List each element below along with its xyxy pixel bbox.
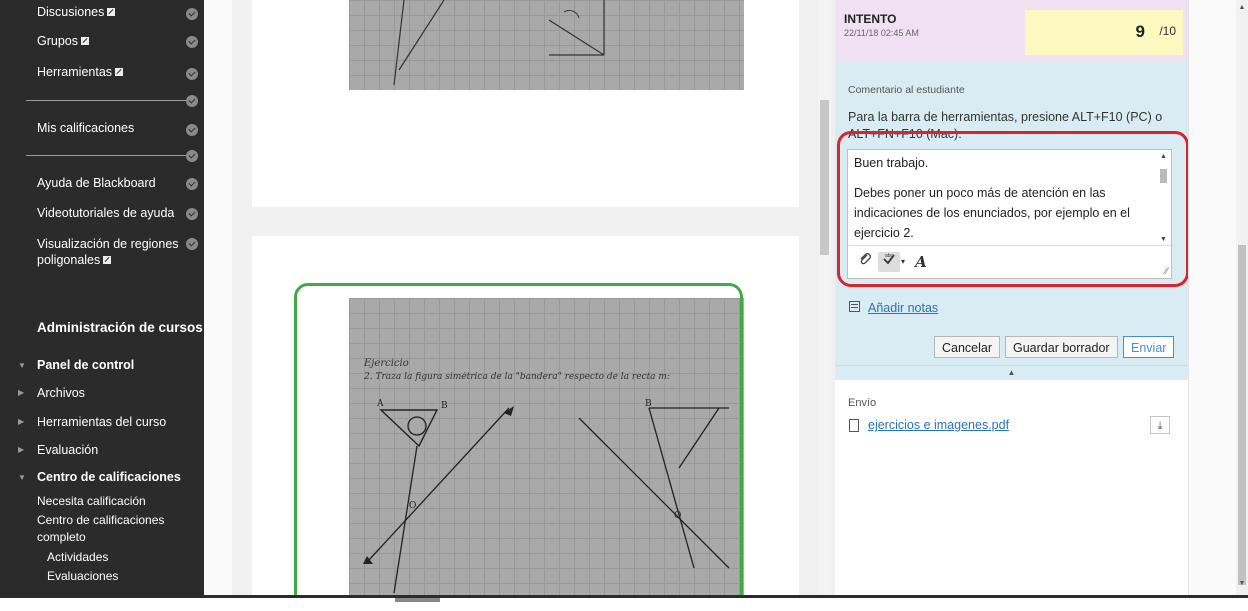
cancel-button[interactable]: Cancelar [934, 336, 1001, 358]
sidebar-divider [26, 155, 192, 156]
nav-label: Evaluación [37, 443, 99, 457]
grading-panel: INTENTO 22/11/18 02:45 AM 9 /10 Comentar… [835, 0, 1188, 595]
file-icon [849, 419, 859, 432]
sidebar-divider [26, 100, 192, 101]
sidebar-item-label: Mis calificaciones [37, 121, 135, 135]
attempt-label: INTENTO [844, 12, 897, 26]
chevron-circle-icon[interactable] [186, 68, 198, 80]
score-value[interactable]: 9 [1136, 22, 1145, 42]
scroll-down-icon[interactable]: ▼ [1236, 580, 1248, 587]
page-scrollbar[interactable]: ▲ ▼ [1236, 0, 1248, 595]
page-scroll-thumb[interactable] [1238, 245, 1246, 585]
chevron-circle-icon[interactable] [186, 95, 198, 107]
nav-actividades[interactable]: Actividades [47, 550, 108, 564]
nav-label: Archivos [37, 386, 85, 400]
save-draft-button[interactable]: Guardar borrador [1005, 336, 1118, 358]
highlight-box-green [294, 283, 743, 607]
sidebar-item-label: Grupos [37, 34, 78, 48]
submit-button[interactable]: Enviar [1123, 336, 1175, 358]
attempt-header: INTENTO 22/11/18 02:45 AM 9 /10 [835, 0, 1188, 62]
sidebar-item-label: Ayuda de Blackboard [37, 176, 156, 190]
sidebar-item-label: poligonales [37, 253, 101, 267]
external-link-icon [115, 68, 124, 76]
sidebar-item-visualizacion[interactable]: Visualización de regiones poligonales [37, 236, 179, 268]
viewer-scroll-thumb[interactable] [820, 100, 829, 255]
nav-label: Panel de control [37, 358, 135, 372]
sidebar-item-label: Visualización de regiones [37, 237, 179, 251]
download-icon[interactable]: ⤓ [1150, 416, 1170, 434]
chevron-circle-icon[interactable] [186, 124, 198, 136]
highlight-box-red [837, 131, 1189, 287]
external-link-icon [81, 37, 89, 45]
score-max: /10 [1159, 24, 1176, 38]
attempt-date: 22/11/18 02:45 AM [844, 28, 919, 38]
collapse-toggle[interactable]: ▲ [835, 365, 1188, 380]
sidebar-item-grupos[interactable]: Grupos [37, 34, 89, 48]
course-sidebar: Discusiones Grupos Herramientas Mis cali… [0, 0, 204, 595]
caret-down-icon: ▼ [18, 473, 26, 482]
sidebar-item-ayuda-blackboard[interactable]: Ayuda de Blackboard [37, 176, 156, 190]
document-page [252, 0, 799, 207]
sidebar-item-label: Herramientas [37, 65, 113, 79]
horizontal-scroll-thumb[interactable] [395, 598, 440, 602]
submission-label: Envío [848, 397, 877, 409]
sidebar-item-mis-calificaciones[interactable]: Mis calificaciones [37, 121, 134, 135]
nav-centro-completo[interactable]: Centro de calificaciones [37, 513, 164, 527]
horizontal-scrollbar[interactable] [0, 595, 1248, 611]
nav-evaluaciones[interactable]: Evaluaciones [47, 569, 118, 583]
nav-label: Herramientas del curso [37, 415, 167, 429]
sidebar-item-videotutoriales[interactable]: Videotutoriales de ayuda [37, 206, 174, 220]
chevron-circle-icon[interactable] [186, 36, 198, 48]
sidebar-item-herramientas[interactable]: Herramientas [37, 65, 124, 79]
submission-file-link[interactable]: ejercicios e imagenes.pdf [868, 418, 1009, 432]
external-link-icon [107, 8, 116, 16]
feedback-label: Comentario al estudiante [848, 84, 965, 96]
caret-right-icon: ▶ [18, 417, 25, 426]
sidebar-item-label: Discusiones [37, 5, 105, 19]
sidebar-item-label: Videotutoriales de ayuda [37, 206, 175, 220]
chevron-circle-icon[interactable] [186, 238, 198, 250]
chevron-circle-icon[interactable] [186, 178, 198, 190]
scanned-image [349, 0, 744, 90]
notes-icon [849, 301, 860, 312]
caret-right-icon: ▶ [18, 388, 25, 397]
admin-section-title: Administración de cursos [37, 320, 203, 335]
scroll-up-icon[interactable]: ▲ [1236, 4, 1248, 11]
sidebar-item-discusiones[interactable]: Discusiones [37, 5, 116, 19]
viewer-scrollbar[interactable] [818, 0, 831, 595]
chevron-circle-icon[interactable] [186, 8, 198, 20]
caret-down-icon: ▼ [18, 361, 26, 370]
geometry-drawing [393, 0, 605, 86]
right-gutter [1188, 0, 1237, 595]
caret-right-icon: ▶ [18, 445, 25, 454]
external-link-icon [103, 256, 112, 264]
chevron-up-icon: ▲ [1007, 368, 1016, 377]
add-notes-link[interactable]: Añadir notas [868, 301, 938, 315]
nav-necesita-calificacion[interactable]: Necesita calificación [37, 494, 146, 508]
sidebar-gutter [204, 0, 233, 595]
chevron-circle-icon[interactable] [186, 208, 198, 220]
score-field[interactable]: 9 /10 [1025, 10, 1183, 55]
nav-centro-completo-cont[interactable]: completo [37, 530, 86, 544]
chevron-circle-icon[interactable] [186, 150, 198, 162]
nav-label: Centro de calificaciones [37, 470, 181, 484]
